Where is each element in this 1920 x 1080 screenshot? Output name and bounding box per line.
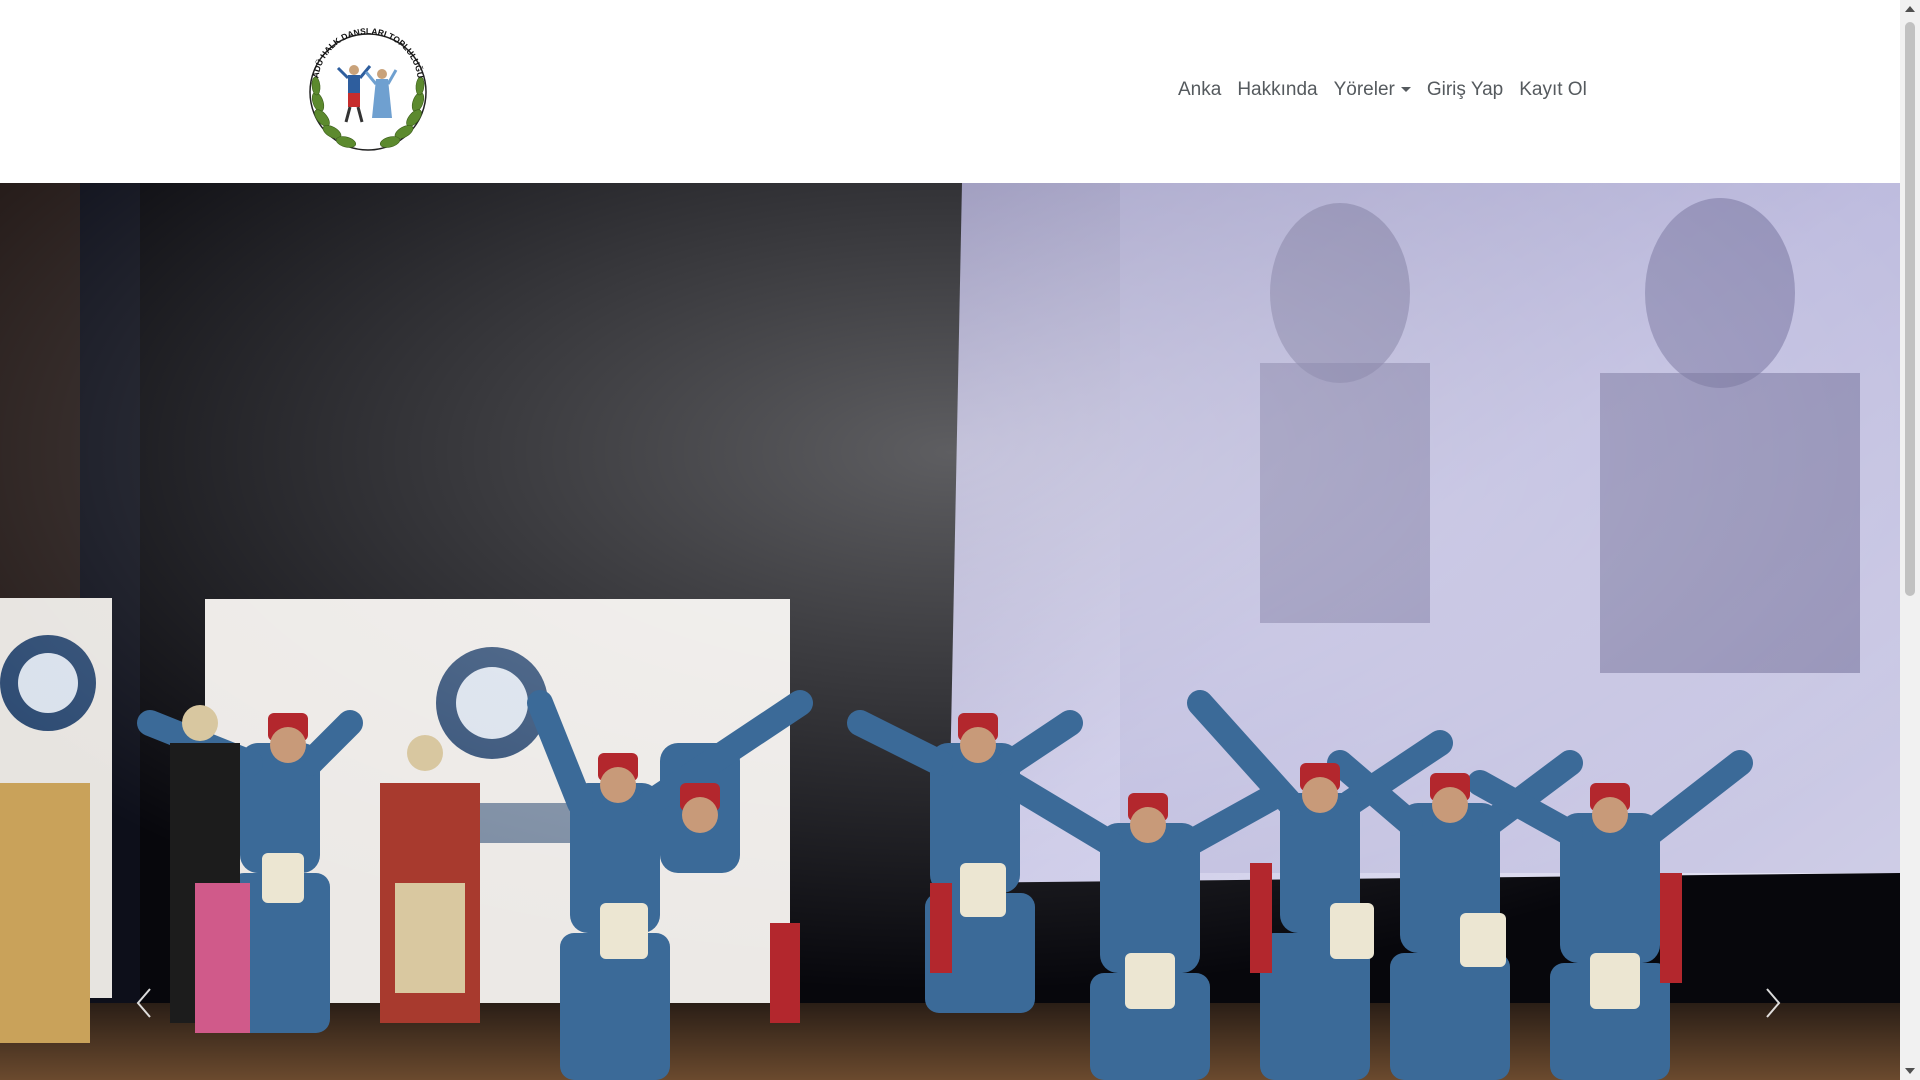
- scroll-thumb[interactable]: [1905, 22, 1915, 596]
- carousel-prev[interactable]: [124, 973, 164, 1033]
- logo-image: ADÜ HALK DANSLARI TOPLULUĞU: [309, 26, 427, 151]
- navbar: ADÜ HALK DANSLARI TOPLULUĞU Anka Hakkınd…: [0, 0, 1900, 183]
- nav-yoreler-dropdown[interactable]: Yöreler: [1326, 78, 1419, 102]
- nav-login[interactable]: Giriş Yap: [1419, 78, 1511, 102]
- carousel-next[interactable]: [1753, 973, 1793, 1033]
- chevron-left-icon: [136, 988, 151, 1018]
- scroll-down-arrow-icon[interactable]: [1905, 1068, 1915, 1074]
- nav-register[interactable]: Kayıt Ol: [1511, 78, 1595, 102]
- nav-hakkinda[interactable]: Hakkında: [1229, 78, 1325, 102]
- main-nav: Anka Hakkında Yöreler Giriş Yap Kayıt Ol: [1170, 78, 1595, 102]
- hero-image: [0, 183, 1900, 1080]
- site-logo[interactable]: ADÜ HALK DANSLARI TOPLULUĞU: [296, 22, 440, 160]
- hero-carousel: [0, 183, 1900, 1080]
- scroll-up-arrow-icon[interactable]: [1905, 6, 1915, 12]
- chevron-right-icon: [1766, 988, 1781, 1018]
- nav-anka[interactable]: Anka: [1170, 78, 1229, 102]
- page-scrollbar[interactable]: [1900, 0, 1920, 1080]
- caret-down-icon: [1400, 87, 1411, 93]
- nav-yoreler-label: Yöreler: [1333, 79, 1395, 100]
